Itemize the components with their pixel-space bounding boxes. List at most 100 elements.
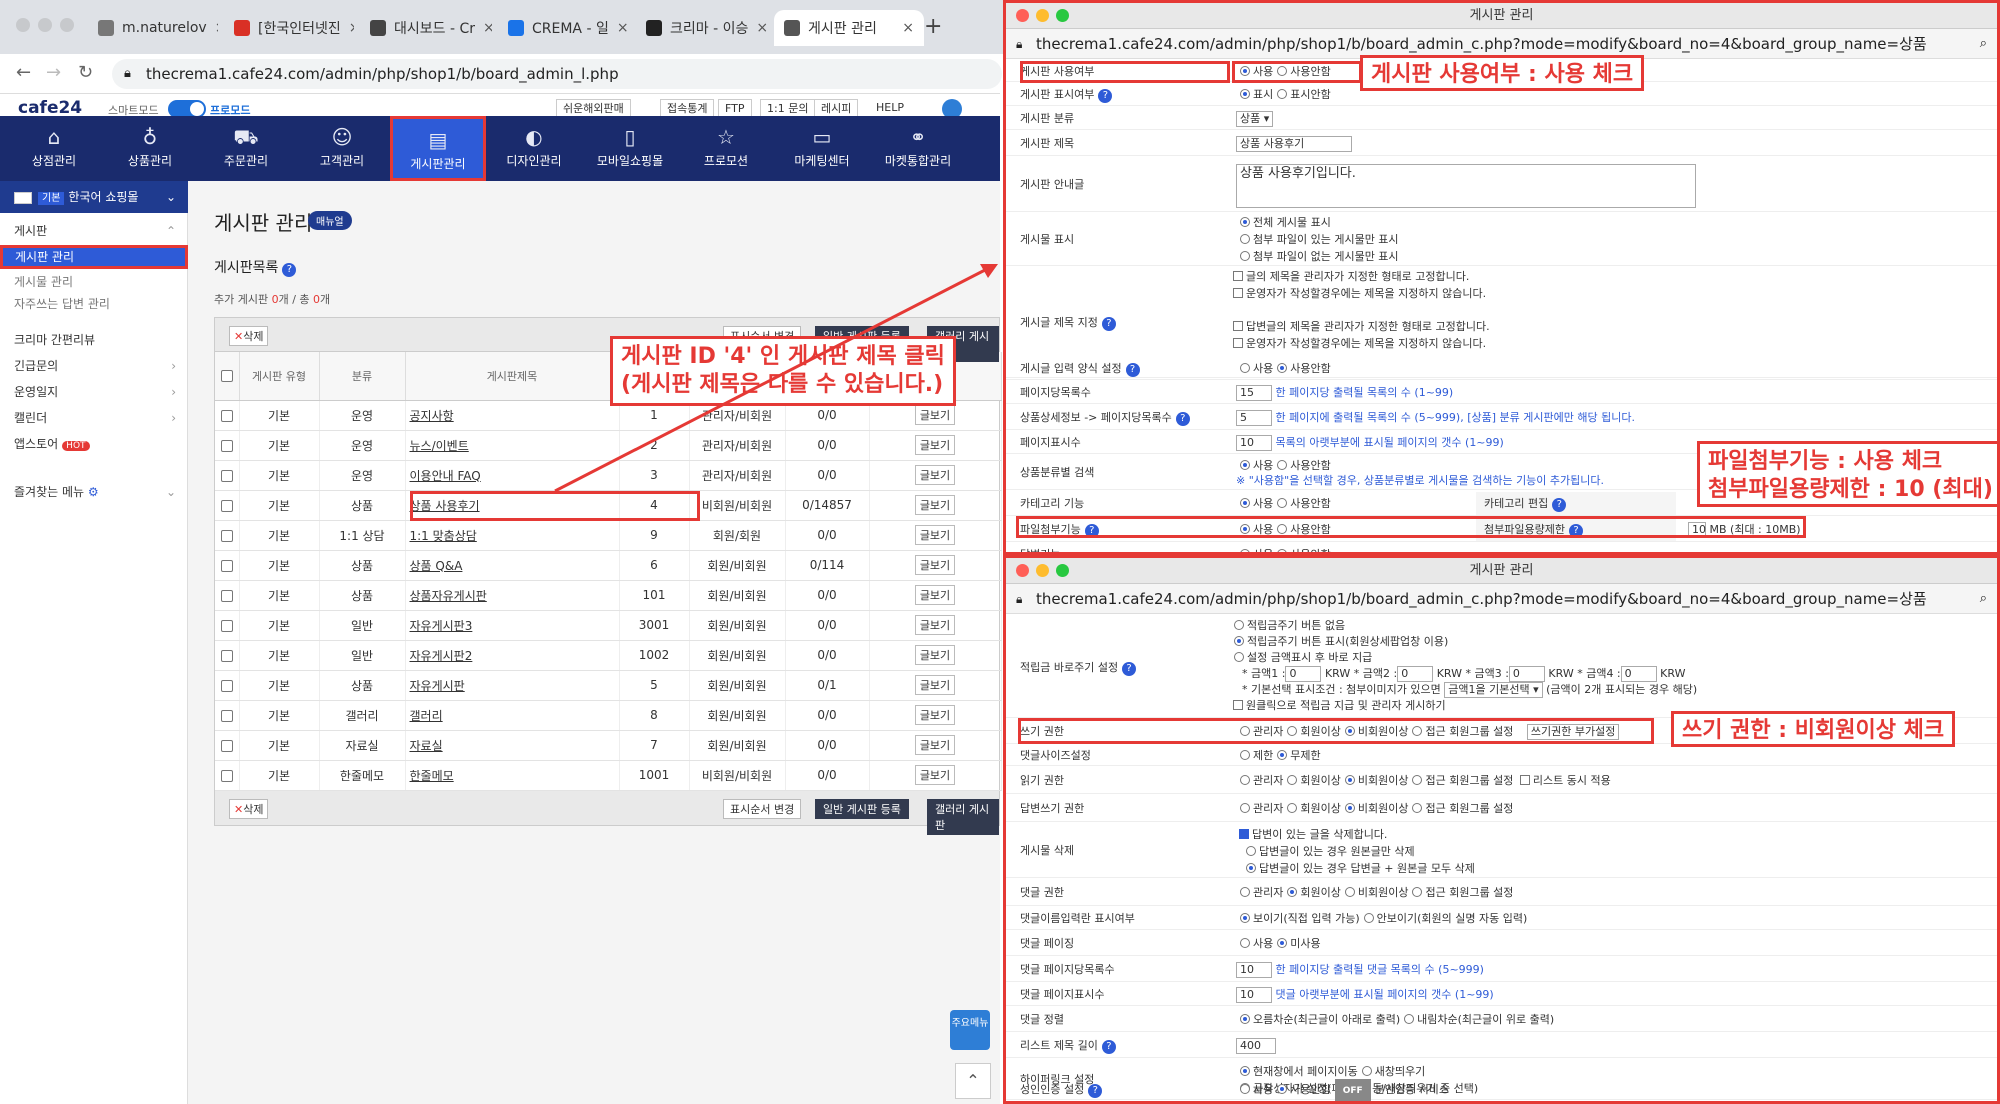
scroll-top-button[interactable]: ⌃: [955, 1063, 991, 1099]
board-title-link[interactable]: 뉴스/이벤트: [410, 439, 469, 453]
board-title-link[interactable]: 자유게시판2: [410, 649, 473, 663]
nav-item-2[interactable]: ⛟ 주문관리: [198, 116, 294, 181]
view-posts-button[interactable]: 글보기: [914, 645, 956, 665]
cell-title[interactable]: 1:1 맞춤상담: [405, 520, 620, 551]
main-menu-float-button[interactable]: 주요메뉴: [950, 1010, 990, 1050]
nav-item-8[interactable]: ▭ 마케팅센터: [774, 116, 870, 181]
row-checkbox[interactable]: [215, 490, 240, 521]
cell-title[interactable]: 뉴스/이벤트: [405, 430, 620, 461]
row-checkbox[interactable]: [215, 760, 240, 791]
view-posts-button[interactable]: 글보기: [914, 765, 956, 785]
nav-item-4[interactable]: ▤ 게시판관리: [390, 116, 486, 181]
close-icon[interactable]: ×: [349, 20, 354, 36]
nav-item-6[interactable]: ▯ 모바일쇼핑몰: [582, 116, 678, 181]
sidebar-section-board[interactable]: 게시판 ⌃: [0, 219, 188, 243]
sidebar-item-urgent[interactable]: 긴급문의 ›: [0, 353, 188, 379]
cell-title[interactable]: 상품 Q&A: [405, 550, 620, 581]
view-posts-button[interactable]: 글보기: [914, 555, 956, 575]
per-page-input[interactable]: 15: [1236, 385, 1272, 401]
window-minimize-button[interactable]: [38, 18, 52, 32]
board-title-link[interactable]: 이용안내 FAQ: [410, 469, 481, 483]
nav-item-7[interactable]: ☆ 프로모션: [678, 116, 774, 181]
add-general-board-button-bottom[interactable]: 일반 게시판 등록: [815, 798, 909, 819]
board-title-link[interactable]: 갤러리: [410, 709, 443, 723]
cell-title[interactable]: 한줄메모: [405, 760, 620, 791]
sidebar-item-board-manage[interactable]: 게시판 관리: [0, 245, 188, 269]
sidebar-item-log[interactable]: 운영일지 ›: [0, 379, 188, 405]
board-title-link[interactable]: 한줄메모: [410, 769, 454, 783]
row-checkbox[interactable]: [215, 730, 240, 761]
popup2-close-button[interactable]: [1016, 564, 1029, 577]
search-icon[interactable]: ⌕: [1980, 584, 1987, 614]
board-title-link[interactable]: 자유게시판3: [410, 619, 473, 633]
popup2-address-bar[interactable]: 🔒︎ thecrema1.cafe24.com/admin/php/shop1/b…: [1006, 584, 1997, 614]
gear-icon[interactable]: ⚙: [88, 485, 99, 499]
close-icon[interactable]: ×: [483, 20, 492, 36]
popup-maximize-button[interactable]: [1056, 9, 1069, 22]
cell-title[interactable]: 자유게시판3: [405, 610, 620, 641]
view-posts-button[interactable]: 글보기: [914, 675, 956, 695]
cell-title[interactable]: 상품자유게시판: [405, 580, 620, 611]
board-title-input[interactable]: 상품 사용후기: [1236, 136, 1352, 152]
sort-order-button-bottom[interactable]: 표시순서 변경: [723, 798, 802, 819]
row-checkbox[interactable]: [215, 460, 240, 491]
sidebar-item-calendar[interactable]: 캘린더 ›: [0, 405, 188, 431]
view-posts-button[interactable]: 글보기: [914, 615, 956, 635]
close-icon[interactable]: ×: [617, 20, 629, 36]
row-checkbox[interactable]: [215, 700, 240, 731]
board-title-link[interactable]: 1:1 맞춤상담: [410, 529, 477, 543]
delete-button-bottom[interactable]: ✕삭제: [229, 798, 269, 819]
attach-use-radio[interactable]: [1240, 524, 1250, 534]
attach-limit-input[interactable]: 10: [1688, 522, 1706, 538]
unuse-radio[interactable]: [1277, 66, 1288, 76]
help-icon[interactable]: ?: [282, 263, 297, 277]
board-guide-textarea[interactable]: 상품 사용후기입니다.: [1236, 164, 1696, 208]
view-posts-button[interactable]: 글보기: [914, 525, 956, 545]
popup-minimize-button[interactable]: [1036, 9, 1049, 22]
write-extra-button[interactable]: 쓰기권한 부가설정: [1526, 724, 1620, 740]
popup2-maximize-button[interactable]: [1056, 564, 1069, 577]
category-select[interactable]: 상품 ▾: [1236, 111, 1274, 127]
row-checkbox[interactable]: [215, 640, 240, 671]
nav-item-1[interactable]: ♁ 상품관리: [102, 116, 198, 181]
cell-title[interactable]: 갤러리: [405, 700, 620, 731]
row-checkbox[interactable]: [215, 610, 240, 641]
cell-title[interactable]: 상품 사용후기: [405, 490, 620, 521]
sidebar-item-post-manage[interactable]: 게시물 관리: [0, 271, 188, 293]
browser-tab[interactable]: 게시판 관리 ×: [774, 10, 924, 46]
nav-item-3[interactable]: ☺ 고객관리: [294, 116, 390, 181]
cell-title[interactable]: 자료실: [405, 730, 620, 761]
cell-title[interactable]: 자유게시판2: [405, 640, 620, 671]
delete-button[interactable]: ✕삭제: [229, 326, 269, 346]
sidebar-item-crema-review[interactable]: 크리마 간편리뷰: [0, 327, 188, 353]
nav-item-9[interactable]: ⚭ 마켓통합관리: [870, 116, 966, 181]
sidebar-item-answer-manage[interactable]: 자주쓰는 답변 관리: [0, 293, 188, 315]
shop-selector[interactable]: 기본 한국어 쇼핑몰 ⌄: [0, 181, 188, 213]
reload-icon[interactable]: ↻: [78, 62, 93, 83]
add-gallery-board-button-bottom[interactable]: 갤러리 게시판: [927, 798, 999, 835]
view-posts-button[interactable]: 글보기: [914, 465, 956, 485]
select-all-checkbox[interactable]: [215, 352, 240, 401]
row-checkbox[interactable]: [215, 520, 240, 551]
use-radio[interactable]: [1240, 66, 1250, 76]
view-posts-button[interactable]: 글보기: [914, 495, 956, 515]
view-posts-button[interactable]: 글보기: [914, 405, 956, 425]
row-checkbox[interactable]: [215, 580, 240, 611]
nav-item-5[interactable]: ◐ 디자인관리: [486, 116, 582, 181]
browser-tab[interactable]: CREMA - 일 ×: [498, 10, 630, 46]
board-title-link[interactable]: 상품자유게시판: [410, 589, 487, 603]
close-icon[interactable]: ×: [902, 20, 914, 36]
browser-tab[interactable]: m.naturelov ×: [88, 10, 218, 46]
popup2-minimize-button[interactable]: [1036, 564, 1049, 577]
view-posts-button[interactable]: 글보기: [914, 705, 956, 725]
browser-tab[interactable]: 크리마 - 이승 ×: [636, 10, 768, 46]
view-posts-button[interactable]: 글보기: [914, 585, 956, 605]
address-bar[interactable]: 🔒︎ thecrema1.cafe24.com/admin/php/shop1/b…: [112, 59, 1002, 89]
popup-close-button[interactable]: [1016, 9, 1029, 22]
board-title-link[interactable]: 상품 Q&A: [410, 559, 463, 573]
cell-title[interactable]: 공지사항: [405, 400, 620, 431]
back-icon[interactable]: ←: [16, 62, 31, 83]
window-maximize-button[interactable]: [60, 18, 74, 32]
manual-button[interactable]: 매뉴얼: [308, 211, 352, 230]
search-icon[interactable]: ⌕: [1980, 29, 1987, 59]
